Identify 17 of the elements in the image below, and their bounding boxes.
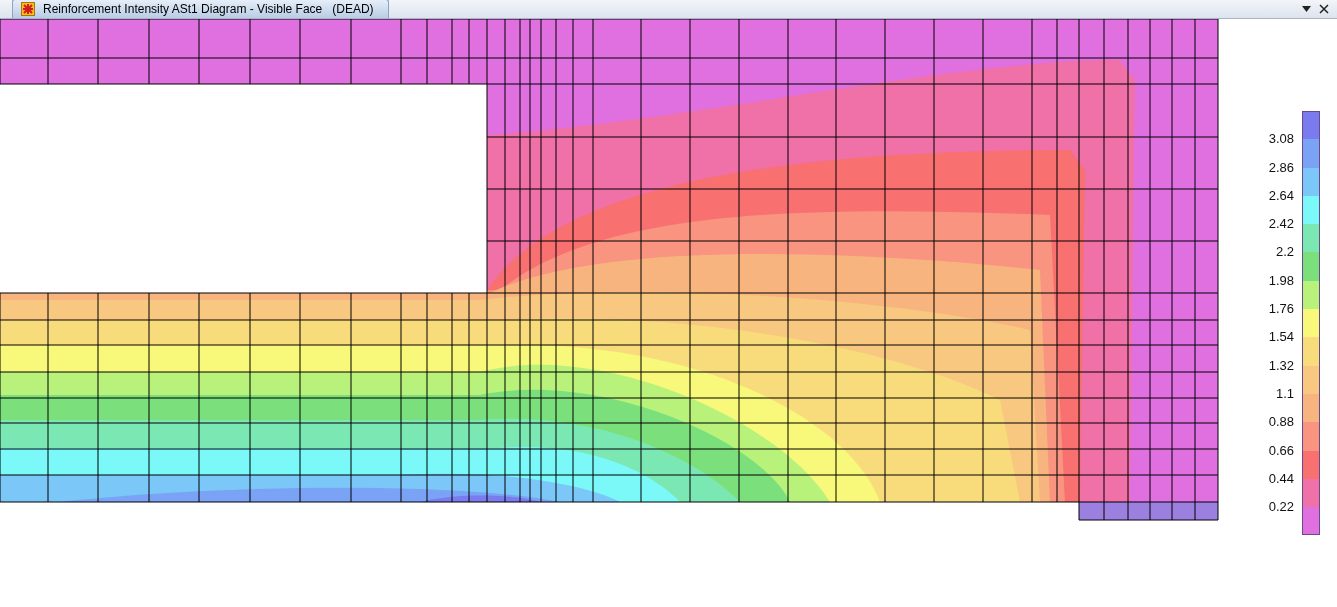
legend-label: 1.76 — [1267, 302, 1294, 316]
legend-label: 3.08 — [1267, 132, 1294, 146]
dropdown-icon[interactable] — [1302, 5, 1311, 12]
legend-label: 1.54 — [1267, 330, 1294, 344]
legend-label: 1.98 — [1267, 273, 1294, 287]
legend-label: 1.1 — [1274, 386, 1294, 400]
legend-label: 2.86 — [1267, 160, 1294, 174]
legend-label: 2.2 — [1274, 245, 1294, 259]
legend-label: 0.22 — [1267, 500, 1294, 514]
legend-label: 1.32 — [1267, 358, 1294, 372]
legend-label: 0.44 — [1267, 471, 1294, 485]
app-icon — [21, 2, 35, 16]
legend-label: 2.42 — [1267, 217, 1294, 231]
close-icon[interactable] — [1319, 3, 1329, 14]
legend-label: 0.66 — [1267, 443, 1294, 457]
legend-label: 2.64 — [1267, 188, 1294, 202]
legend-label: 0.88 — [1267, 415, 1294, 429]
